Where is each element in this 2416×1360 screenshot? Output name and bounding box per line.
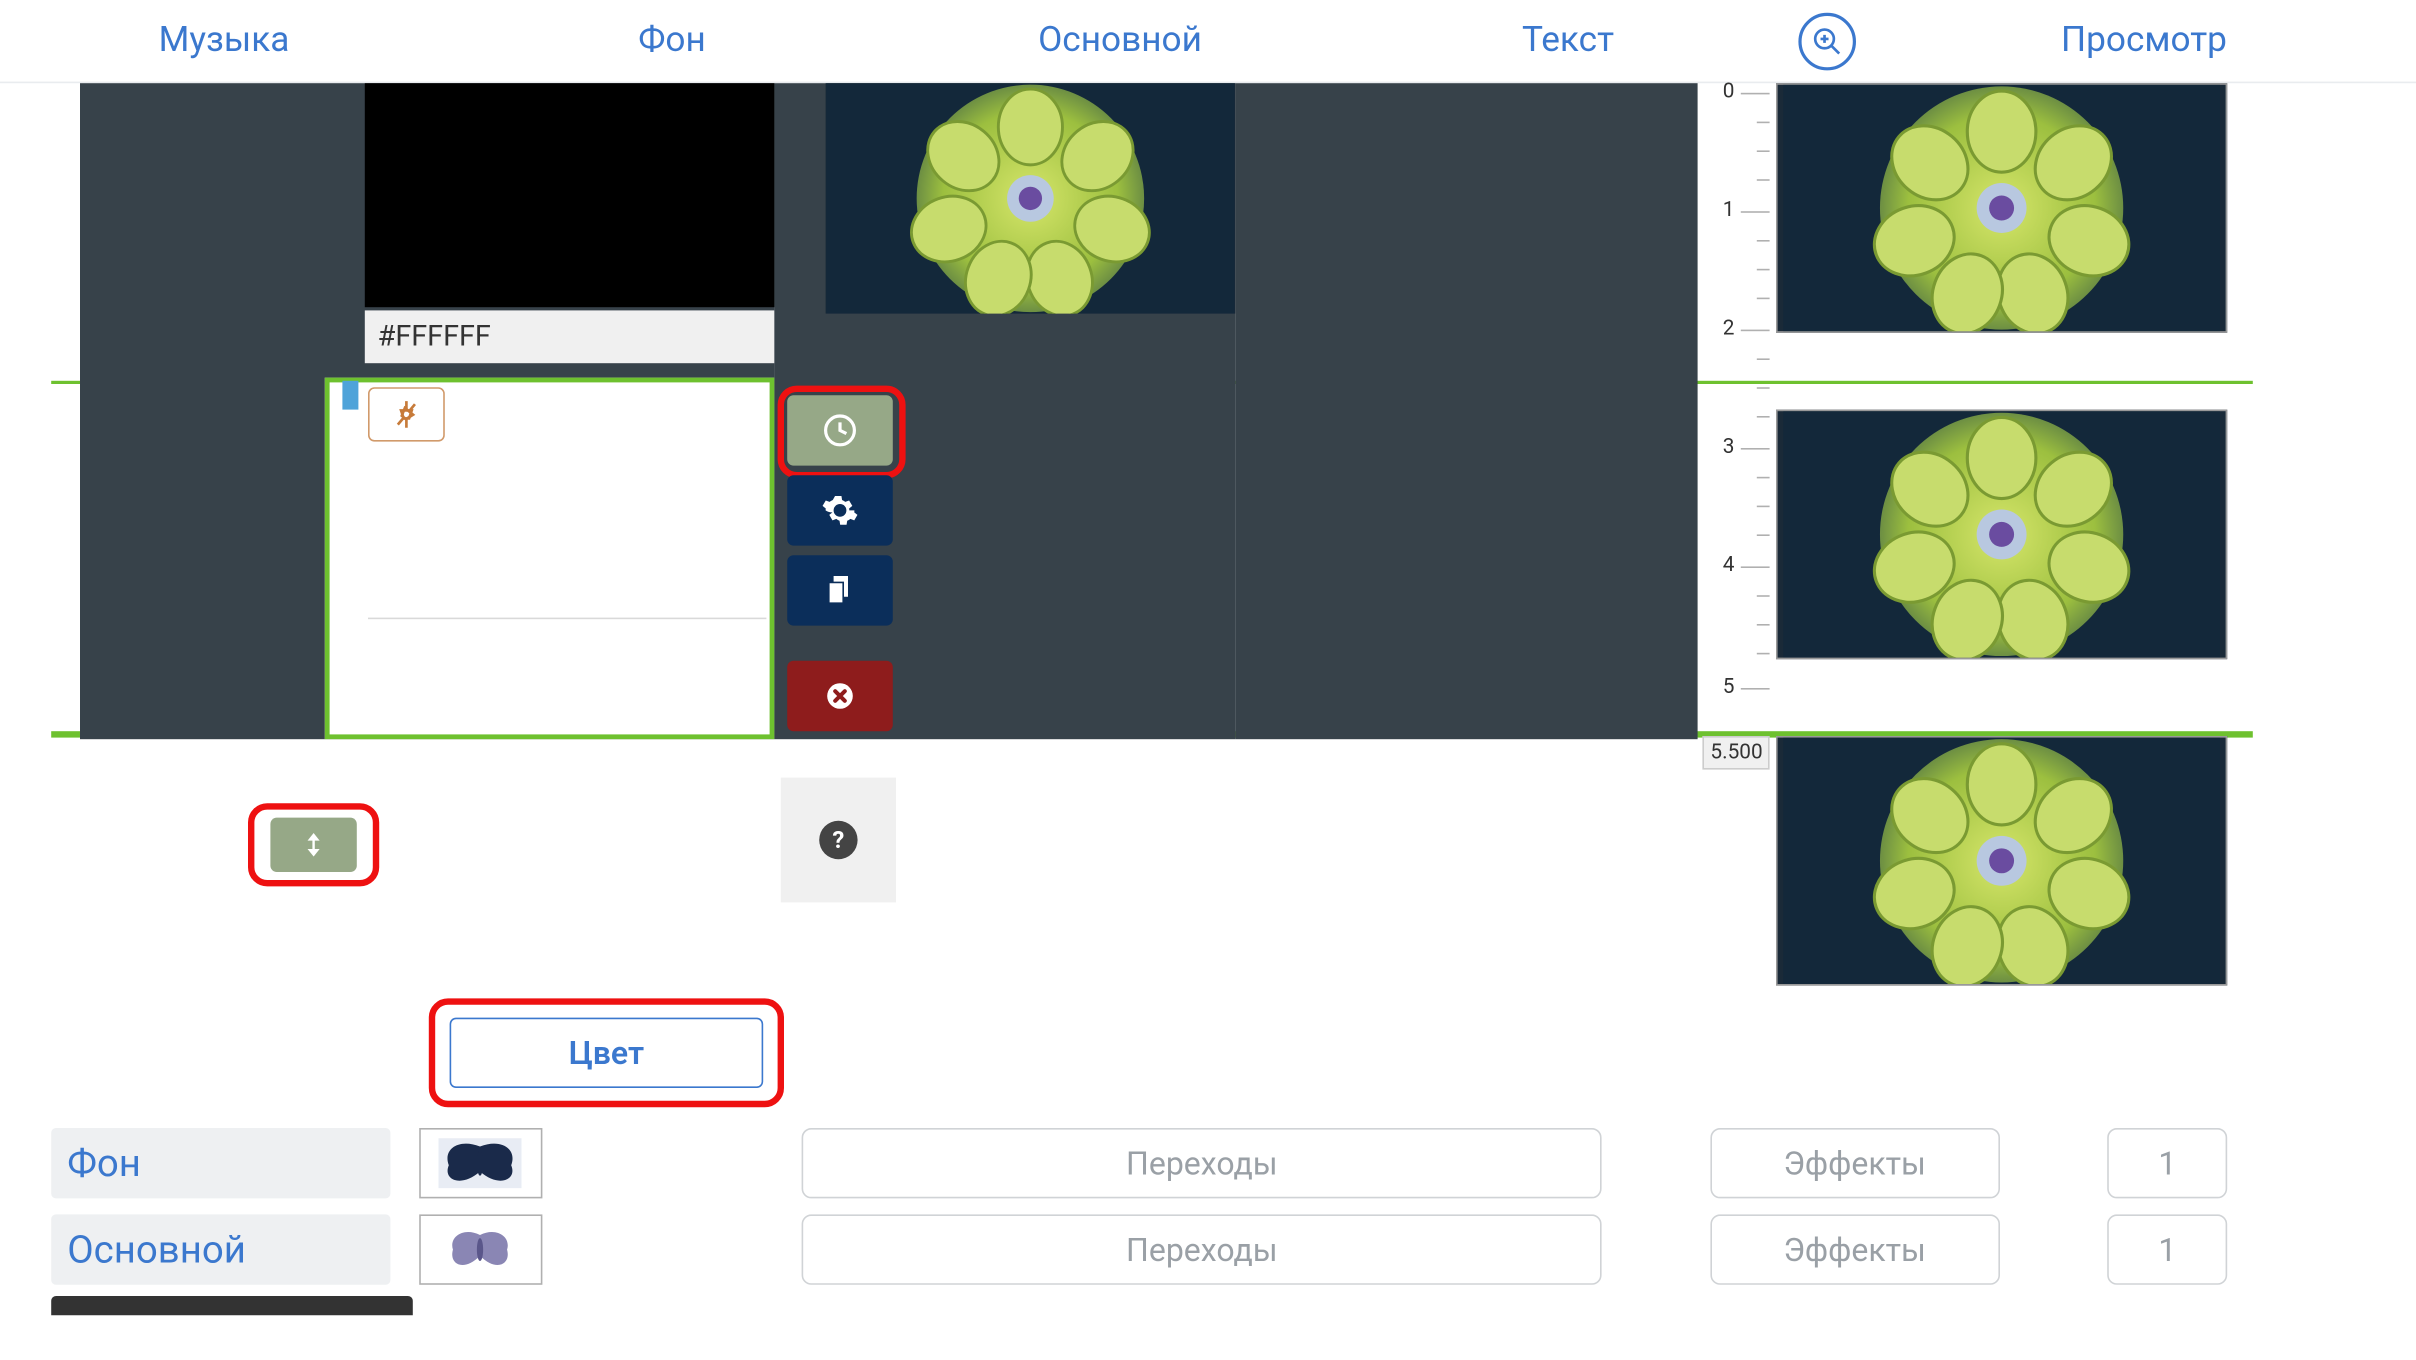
layer-swatch-main[interactable]: [419, 1214, 541, 1284]
layer-row: Основной Переходы Эффекты 1: [51, 1206, 2227, 1292]
background-color-hex: #FFFFFF: [365, 310, 775, 363]
flower-thumbnail: [1778, 85, 2226, 331]
delete-button[interactable]: [787, 661, 893, 731]
butterfly-icon: [439, 1136, 522, 1190]
help-button[interactable]: ?: [819, 821, 857, 859]
flower-thumbnail: [1778, 738, 2226, 984]
ruler-tick-label: 3: [1723, 435, 1735, 459]
copy-icon: [821, 571, 859, 609]
layer-swatch-bg[interactable]: [419, 1128, 541, 1198]
layer-row-collapsed[interactable]: [51, 1296, 413, 1315]
help-panel: ?: [781, 778, 896, 903]
tab-preview[interactable]: Просмотр: [1872, 21, 2416, 61]
transitions-button[interactable]: Переходы: [802, 1128, 1602, 1198]
zoom-in-button[interactable]: [1798, 12, 1856, 70]
pin-button[interactable]: [368, 387, 445, 441]
zoom-in-icon: [1811, 25, 1843, 57]
layer-row: Фон Переходы Эффекты 1: [51, 1120, 2227, 1206]
preview-thumb[interactable]: [1776, 83, 2227, 333]
effects-count[interactable]: 1: [2108, 1214, 2228, 1284]
tab-music[interactable]: Музыка: [0, 21, 448, 61]
height-resize-button[interactable]: [270, 818, 356, 872]
preview-thumb[interactable]: [1776, 736, 2227, 986]
time-ruler: 0 1 2 3 4 5 5.500: [1702, 83, 1769, 827]
preview-column: [1776, 83, 2227, 1062]
delete-icon: [821, 677, 859, 715]
duration-button[interactable]: [787, 395, 893, 465]
clip-action-stack: [787, 395, 893, 741]
track-music[interactable]: [80, 83, 320, 739]
top-tabs: Музыка Фон Основной Текст Просмотр: [0, 0, 2416, 83]
effects-button[interactable]: Эффекты: [1710, 1214, 2000, 1284]
transitions-button[interactable]: Переходы: [802, 1214, 1602, 1284]
ruler-end-value: 5.500: [1702, 736, 1769, 770]
main-clip-thumb[interactable]: [826, 83, 1236, 313]
highlight-height-button: [248, 803, 379, 886]
vertical-resize-icon: [299, 826, 328, 864]
tab-background[interactable]: Фон: [448, 21, 896, 61]
selection-handle[interactable]: [342, 381, 358, 410]
ruler-tick-label: 2: [1723, 317, 1735, 341]
ruler-tick-label: 4: [1723, 554, 1735, 578]
pin-icon: [390, 398, 422, 430]
copy-button[interactable]: [787, 555, 893, 625]
effects-button[interactable]: Эффекты: [1710, 1128, 2000, 1198]
color-button[interactable]: Цвет: [450, 1018, 764, 1088]
layer-name-main[interactable]: Основной: [51, 1214, 390, 1284]
butterfly-icon: [439, 1222, 522, 1276]
track-text[interactable]: [1235, 83, 1697, 739]
ruler-tick-label: 5: [1723, 675, 1735, 699]
timeline-area: #FFFFFF 0 1 2 3 4: [0, 83, 2416, 851]
layer-rows: Фон Переходы Эффекты 1 Основной Переходы…: [51, 1120, 2227, 1293]
settings-button[interactable]: [787, 475, 893, 545]
preview-thumb[interactable]: [1776, 410, 2227, 660]
tab-text[interactable]: Текст: [1344, 21, 1792, 61]
effects-count[interactable]: 1: [2108, 1128, 2228, 1198]
gear-icon: [821, 491, 859, 529]
clock-icon: [821, 411, 859, 449]
tab-main[interactable]: Основной: [896, 21, 1344, 61]
ruler-tick-label: 0: [1723, 80, 1735, 104]
flower-thumbnail: [1778, 411, 2226, 657]
layer-name-bg[interactable]: Фон: [51, 1128, 390, 1198]
flower-thumbnail: [826, 83, 1236, 313]
highlight-color-button: Цвет: [429, 998, 784, 1107]
background-clip-black[interactable]: [365, 83, 775, 307]
ruler-tick-label: 1: [1723, 198, 1735, 222]
